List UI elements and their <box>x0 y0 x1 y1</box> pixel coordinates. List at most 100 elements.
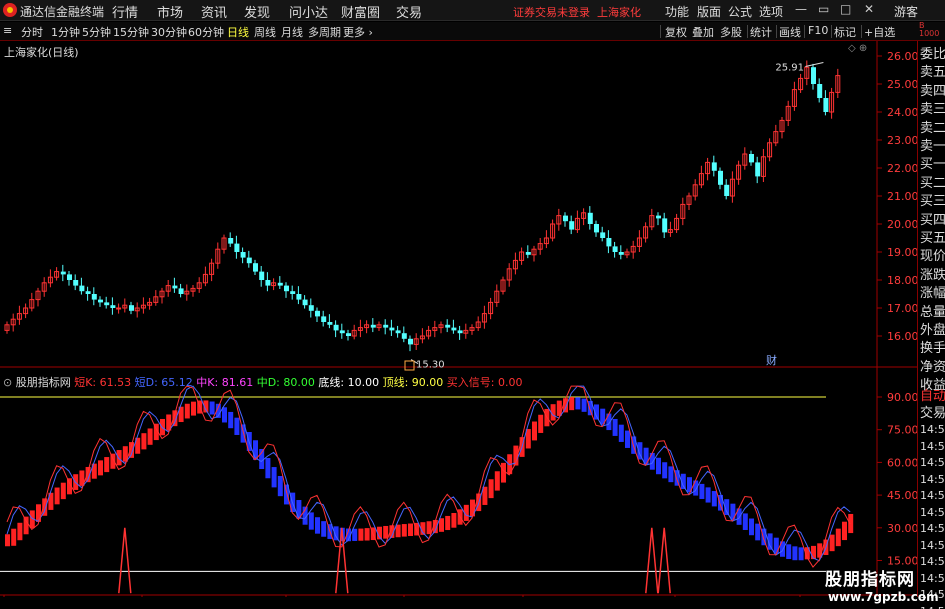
period-fenshi[interactable]: 分时 <box>21 24 43 40</box>
ind-tick-label-1: 75.00 <box>887 424 917 437</box>
period-weekly[interactable]: 周线 <box>254 24 276 40</box>
ind-bar-112 <box>699 483 705 499</box>
menu-shichang[interactable]: 市场 <box>157 2 183 21</box>
indicator-axis: 90.0075.0060.0045.0030.0015.00 <box>0 391 917 572</box>
quote-label-5: 卖一 <box>920 139 945 154</box>
indicator-bars <box>5 397 854 561</box>
candle-body-61 <box>383 324 389 328</box>
candle-body-20 <box>129 305 134 311</box>
btn-diejia[interactable]: 叠加 <box>692 24 714 40</box>
restore-icon[interactable]: ▭ <box>818 2 829 16</box>
btn-fuquan[interactable]: 复权 <box>665 24 687 40</box>
menu-caifuquan[interactable]: 财富圈 <box>341 2 380 21</box>
ind-bar-65 <box>408 523 413 537</box>
quote-label-16: 换手 <box>920 341 945 357</box>
candle-body-114 <box>711 162 717 171</box>
login-warning[interactable]: 证券交易未登录 上海家化 <box>513 4 641 20</box>
ind-bar-113 <box>705 487 711 503</box>
indicator-name[interactable]: 股朋指标网 <box>16 376 71 389</box>
ind-bar-50 <box>315 517 320 534</box>
candle-body-51 <box>321 316 327 322</box>
price-tick-label-4: 22.00 <box>887 162 917 175</box>
period-multi[interactable]: 多周期 <box>308 24 341 40</box>
ind-bar-63 <box>395 524 401 538</box>
ind-bar-56 <box>352 528 358 541</box>
menu-hangqing[interactable]: 行情 <box>112 2 138 21</box>
indicator-param-4: 底线: 10.00 <box>318 376 383 389</box>
trade-time-2: 14:56 <box>920 456 945 469</box>
candle-body-36 <box>228 238 234 244</box>
minimize-icon[interactable]: — <box>795 2 807 16</box>
quote-label-11: 现价 <box>920 249 945 265</box>
indicator-param-3: 中D: 80.00 <box>256 376 319 389</box>
period-5min[interactable]: 5分钟 <box>82 24 111 40</box>
maximize-icon[interactable]: □ <box>840 2 851 16</box>
menu-banmian[interactable]: 版面 <box>697 3 721 20</box>
period-daily[interactable]: 日线 <box>227 24 249 40</box>
candle-body-52 <box>327 322 333 325</box>
ind-bar-127 <box>792 546 798 561</box>
menu-gongneng[interactable]: 功能 <box>665 3 689 20</box>
candle-body-90 <box>563 215 568 222</box>
menu-zixun[interactable]: 资讯 <box>201 2 227 21</box>
quote-label-1: 卖五 <box>920 65 945 81</box>
price-tick-label-2: 24.00 <box>887 106 917 119</box>
candle-body-73 <box>457 330 463 334</box>
ind-bar-72 <box>451 512 457 528</box>
indicator-param-2: 中K: 81.61 <box>196 376 257 389</box>
ind-bar-124 <box>773 537 779 554</box>
menu-gongshi[interactable]: 公式 <box>728 3 752 20</box>
ind-bar-105 <box>656 457 661 475</box>
btn-tongji[interactable]: 统计 <box>750 24 772 40</box>
chart-settings-icon[interactable]: ◇ ⊕ <box>848 43 867 54</box>
trade-time-6: 14:56 <box>920 522 945 535</box>
menu-faxian[interactable]: 发现 <box>244 2 270 21</box>
candle-body-53 <box>333 324 339 331</box>
close-icon[interactable]: ✕ <box>864 2 874 16</box>
candle-body-46 <box>290 291 296 294</box>
ind-bar-0 <box>5 534 10 547</box>
guest-user[interactable]: 游客 <box>894 3 918 20</box>
candle-body-41 <box>259 271 265 280</box>
ind-bar-114 <box>711 491 717 507</box>
quote-tab-1[interactable]: 交易 <box>920 402 945 421</box>
btn-huaxian[interactable]: 画线 <box>779 24 801 40</box>
app-title: 通达信金融终端 <box>20 5 105 19</box>
ind-bar-78 <box>488 479 494 499</box>
menu-jiaoyi[interactable]: 交易 <box>396 2 422 21</box>
quote-label-13: 涨幅 <box>920 286 945 302</box>
period-15min[interactable]: 15分钟 <box>113 24 149 40</box>
ind-bar-93 <box>581 398 587 412</box>
price-axis: 26.00 25.00 24.00 23.00 22.00 21.00 20.00 19.00… <box>877 50 917 343</box>
short-d-line <box>6 385 851 562</box>
period-1min[interactable]: 1分钟 <box>51 24 80 40</box>
period-60min[interactable]: 60分钟 <box>188 24 224 40</box>
ind-bar-16 <box>104 457 110 473</box>
btn-f10[interactable]: F10 <box>808 24 828 37</box>
trade-time-1: 14:56 <box>920 439 945 453</box>
period-tick-icon[interactable]: ≡ <box>3 24 12 37</box>
btn-add-watchlist[interactable]: +自选 <box>864 24 895 40</box>
watermark-title: 股朋指标网 <box>825 570 915 590</box>
ind-bar-37 <box>234 417 240 435</box>
period-more[interactable]: 更多 › <box>343 24 373 40</box>
chart-area[interactable]: 26.00 25.00 24.00 23.00 22.00 21.00 20.00 19.00… <box>0 41 917 597</box>
indicator-param-1: 短D: 65.12 <box>134 376 197 389</box>
ind-bar-43 <box>271 467 277 488</box>
quote-label-17: 净资 <box>920 359 945 375</box>
ind-bar-3 <box>23 516 29 535</box>
menu-wenxiaoda[interactable]: 问小达 <box>289 2 328 21</box>
period-30min[interactable]: 30分钟 <box>151 24 187 40</box>
quote-label-6: 买一 <box>920 157 945 173</box>
title-bar: 通达信金融终端 行情 市场 资讯 发现 问小达 财富圈 交易 证券交易未登录 上… <box>0 0 945 21</box>
candle-body-62 <box>389 327 395 331</box>
ind-bar-25 <box>160 418 165 436</box>
menu-xuanxiang[interactable]: 选项 <box>759 3 783 20</box>
indicator-toggle-icon[interactable]: ⊙ <box>3 376 12 389</box>
btn-biaoji[interactable]: 标记 <box>834 24 856 40</box>
candle-body-14 <box>91 294 97 300</box>
ind-bar-30 <box>191 401 196 416</box>
period-monthly[interactable]: 月线 <box>281 24 303 40</box>
btn-duogu[interactable]: 多股 <box>720 24 742 40</box>
candle-body-132 <box>823 98 829 112</box>
